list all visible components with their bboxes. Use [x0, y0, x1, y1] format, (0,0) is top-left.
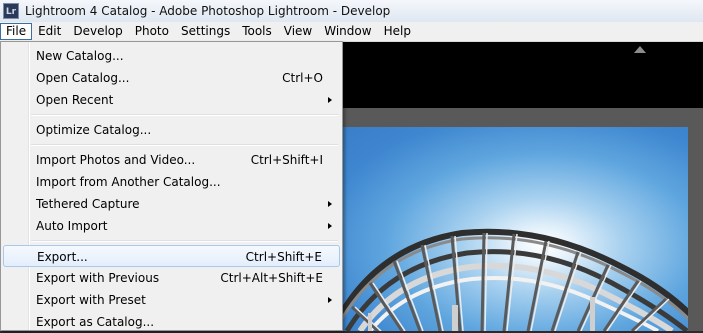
menu-item-open-catalog[interactable]: Open Catalog... Ctrl+O — [3, 67, 340, 89]
menu-item-import-photos[interactable]: Import Photos and Video... Ctrl+Shift+I — [3, 149, 340, 171]
menu-item-tethered-capture[interactable]: Tethered Capture — [3, 193, 340, 215]
menu-item-label: Open Catalog... — [36, 71, 130, 85]
menu-item-label: Auto Import — [36, 219, 108, 233]
submenu-arrow-icon — [328, 201, 332, 207]
menu-item-label: Export with Previous — [36, 271, 160, 285]
menu-item-shortcut: Ctrl+Alt+Shift+E — [220, 271, 323, 285]
menu-item-label: Import Photos and Video... — [36, 153, 196, 167]
lightroom-app-icon: Lr — [3, 3, 19, 19]
menu-file[interactable]: File — [0, 23, 33, 40]
menu-item-label: Export as Catalog... — [36, 315, 155, 329]
menu-settings[interactable]: Settings — [175, 23, 236, 40]
menu-develop[interactable]: Develop — [67, 23, 128, 40]
menu-item-shortcut: Ctrl+Shift+E — [245, 250, 322, 264]
menu-photo[interactable]: Photo — [129, 23, 175, 40]
menu-item-label: Tethered Capture — [36, 197, 140, 211]
menu-item-optimize-catalog[interactable]: Optimize Catalog... — [3, 119, 340, 141]
photo-preview — [342, 127, 688, 331]
menu-item-export-as-catalog[interactable]: Export as Catalog... — [3, 311, 340, 333]
menu-help[interactable]: Help — [378, 23, 417, 40]
menu-item-shortcut: Ctrl+O — [282, 71, 323, 85]
menu-item-shortcut: Ctrl+Shift+I — [250, 153, 323, 167]
menu-item-export[interactable]: Export... Ctrl+Shift+E — [3, 245, 340, 267]
menu-item-new-catalog[interactable]: New Catalog... — [3, 45, 340, 67]
menu-edit[interactable]: Edit — [32, 23, 67, 40]
menu-separator — [31, 114, 338, 116]
menu-separator — [31, 240, 338, 242]
menu-item-auto-import[interactable]: Auto Import — [3, 215, 340, 237]
menu-item-label: Open Recent — [36, 93, 114, 107]
collapse-panel-arrow-icon[interactable] — [634, 46, 646, 53]
menu-separator — [31, 144, 338, 146]
canopy-structure-image — [342, 228, 688, 331]
menu-item-label: New Catalog... — [36, 49, 124, 63]
menu-item-export-with-preset[interactable]: Export with Preset — [3, 289, 340, 311]
window-title: Lightroom 4 Catalog - Adobe Photoshop Li… — [25, 4, 391, 18]
file-menu-dropdown: New Catalog... Open Catalog... Ctrl+O Op… — [0, 41, 343, 331]
submenu-arrow-icon — [328, 223, 332, 229]
submenu-arrow-icon — [328, 97, 332, 103]
menu-item-label: Export... — [37, 250, 88, 264]
menu-bar: File Edit Develop Photo Settings Tools V… — [0, 22, 703, 42]
menu-item-open-recent[interactable]: Open Recent — [3, 89, 340, 111]
menu-item-import-from-catalog[interactable]: Import from Another Catalog... — [3, 171, 340, 193]
menu-item-label: Import from Another Catalog... — [36, 175, 221, 189]
menu-window[interactable]: Window — [318, 23, 377, 40]
submenu-arrow-icon — [328, 297, 332, 303]
menu-view[interactable]: View — [278, 23, 318, 40]
title-bar: Lr Lightroom 4 Catalog - Adobe Photoshop… — [0, 0, 703, 23]
menu-item-label: Export with Preset — [36, 293, 146, 307]
menu-item-label: Optimize Catalog... — [36, 123, 152, 137]
menu-tools[interactable]: Tools — [236, 23, 278, 40]
menu-item-export-with-previous[interactable]: Export with Previous Ctrl+Alt+Shift+E — [3, 267, 340, 289]
